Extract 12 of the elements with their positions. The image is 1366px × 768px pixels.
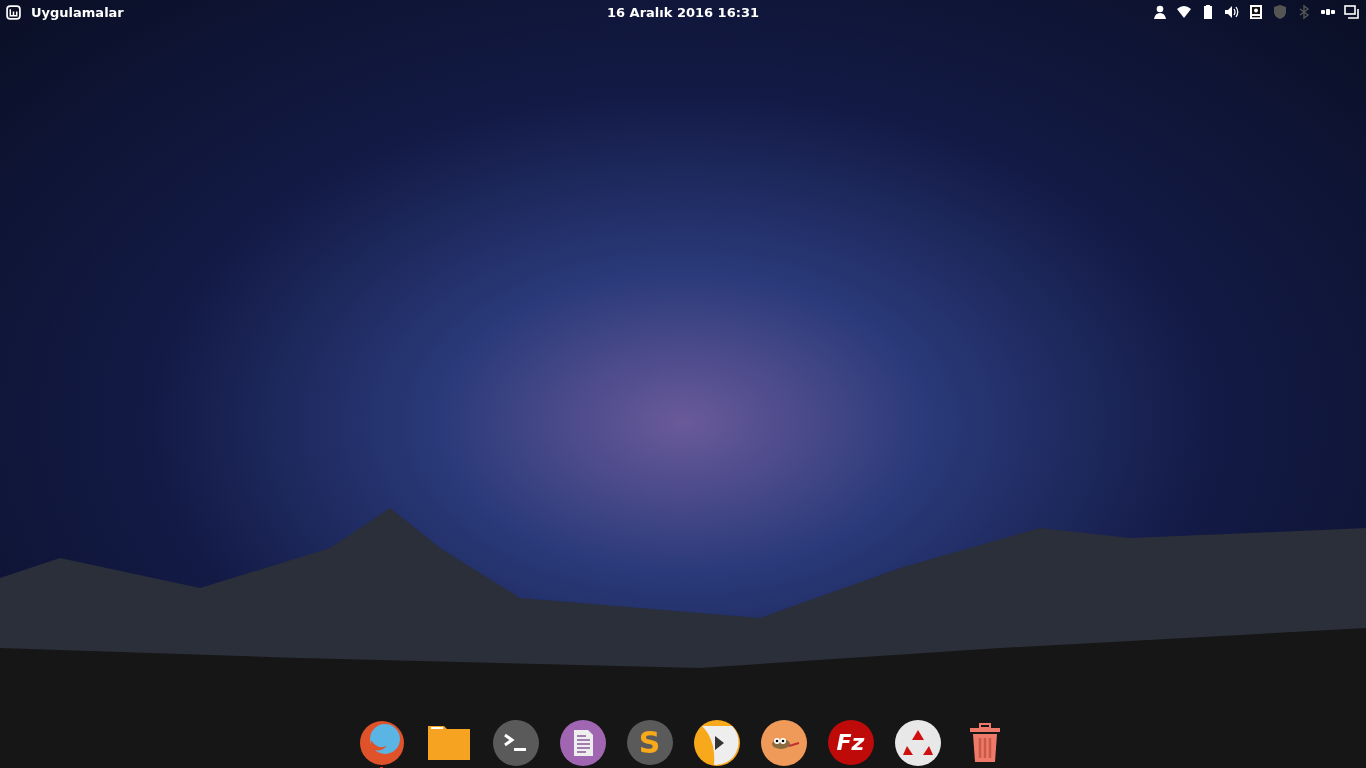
- wifi-icon[interactable]: [1176, 4, 1192, 20]
- volume-icon[interactable]: [1224, 4, 1240, 20]
- terminal-icon[interactable]: [492, 720, 539, 766]
- clock[interactable]: 16 Aralık 2016 16:31: [606, 4, 759, 20]
- windows-icon[interactable]: [1344, 4, 1360, 20]
- shield-icon[interactable]: [1272, 4, 1288, 20]
- document-icon[interactable]: [559, 720, 606, 766]
- mascot-icon[interactable]: [760, 720, 807, 766]
- menu-logo-icon[interactable]: [6, 4, 21, 20]
- applications-menu[interactable]: Uygulamalar: [31, 4, 124, 20]
- play-icon[interactable]: [693, 720, 740, 766]
- user-icon[interactable]: [1152, 4, 1168, 20]
